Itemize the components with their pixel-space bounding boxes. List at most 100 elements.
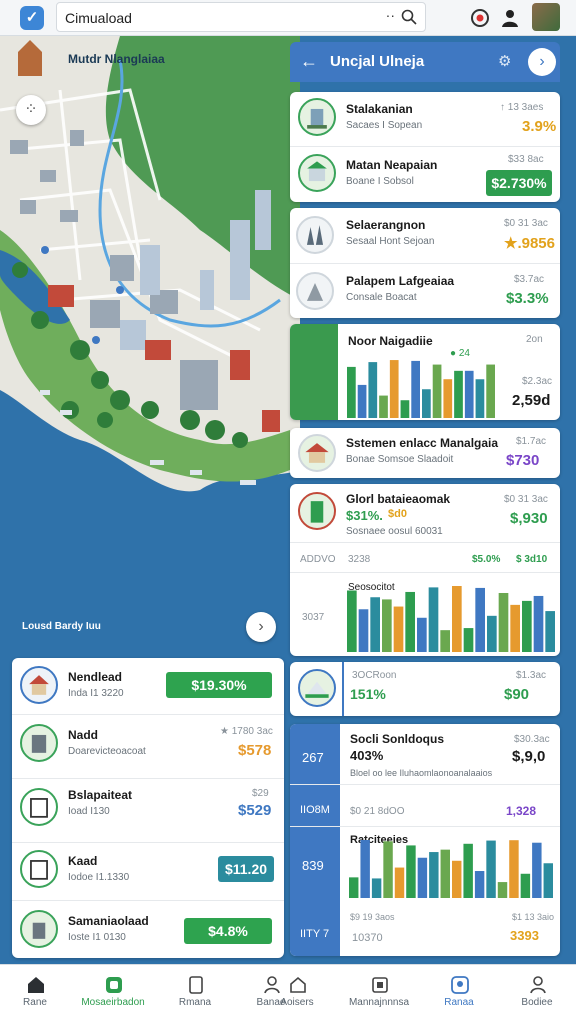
- bar: [389, 360, 399, 418]
- list-item[interactable]: Selaerangnon Sesaal Hont Sejoan $0 31 3a…: [290, 208, 560, 262]
- more-icon[interactable]: ··: [386, 7, 395, 23]
- landmark-thumb-icon: [20, 666, 58, 704]
- item-name: Bslapaiteat: [68, 788, 133, 802]
- list-item[interactable]: Nendlead Inda I1 3220 $19.30%: [12, 658, 284, 714]
- item-sub: Sesaal Hont Sejoan: [346, 236, 435, 247]
- item-small: $1.7ac: [516, 436, 547, 447]
- collapse-button[interactable]: ›: [528, 48, 556, 76]
- item-name: Selaerangnon: [346, 218, 426, 232]
- bar: [443, 379, 453, 418]
- list-item[interactable]: Nadd Doarevicteoacoat ★ 1780 3ac $578: [12, 716, 284, 776]
- bar: [422, 389, 431, 418]
- landmark-thumb-icon: [20, 788, 58, 826]
- nav-item-map[interactable]: Mosaeirbadon: [68, 965, 158, 1024]
- app-logo-icon[interactable]: ✓: [20, 6, 44, 30]
- list-item[interactable]: Samaniaolaad Ioste I1 0130 $4.8%: [12, 902, 284, 958]
- row-value: 1,328: [506, 804, 537, 818]
- pin-icon: [451, 976, 469, 994]
- bar-chart-1: [347, 360, 495, 418]
- bar: [382, 599, 392, 652]
- back-arrow-icon[interactable]: ←: [300, 51, 318, 72]
- item-name: Nadd: [68, 728, 98, 742]
- item-sub: Consale Boacat: [346, 292, 417, 303]
- top-bar: ✓ Cimuaload ··: [0, 0, 576, 36]
- home-outline-icon: [290, 976, 306, 993]
- avatar[interactable]: [532, 3, 560, 31]
- item-pct: 151%: [350, 686, 386, 702]
- bar: [532, 842, 542, 898]
- bar: [411, 360, 420, 418]
- bar-chart-2: [347, 586, 555, 652]
- bar: [371, 878, 382, 898]
- list-item[interactable]: Sstemen enlacc Manalgaia Bonae Somsoe Sl…: [290, 428, 560, 478]
- grid-icon: [372, 977, 388, 993]
- chart-right-mid: $2.3ac: [522, 376, 553, 387]
- row-mid: 3238: [348, 554, 371, 565]
- landmark-thumb-icon: [20, 850, 58, 888]
- item-small: $3.7ac: [514, 274, 545, 285]
- bar: [428, 587, 439, 652]
- search-icon[interactable]: [401, 9, 417, 25]
- item-value: $529: [238, 802, 272, 819]
- bar: [440, 849, 450, 898]
- bar: [463, 628, 474, 652]
- bar: [347, 590, 357, 652]
- bar: [475, 587, 485, 652]
- foot-value: 3393: [510, 928, 539, 943]
- list-item[interactable]: Matan Neapaian Boane I Sobsol $33 8ac $2…: [290, 148, 560, 200]
- landmark-thumb-icon: [296, 216, 334, 254]
- item-sub: Sosnaee oosul 60031: [346, 526, 443, 537]
- bar: [474, 871, 485, 898]
- foot-small: $1 13 3aio: [512, 912, 555, 922]
- chart-right-top: 2on: [526, 334, 543, 345]
- nav-item-profile[interactable]: Bodiee: [492, 965, 576, 1024]
- bar: [486, 840, 496, 898]
- bar: [509, 840, 519, 898]
- user-icon[interactable]: [498, 6, 522, 30]
- map-next-button[interactable]: ›: [246, 612, 276, 642]
- list-item[interactable]: Palapem Lafgeaiaa Consale Boacat $3.7ac …: [290, 264, 560, 318]
- result-card-group-2: Selaerangnon Sesaal Hont Sejoan $0 31 3a…: [290, 208, 560, 318]
- item-small: ↑ 13 3aes: [500, 102, 544, 113]
- row-pct: $5.0%: [472, 554, 501, 565]
- bar: [379, 395, 388, 418]
- nav-item-grid[interactable]: Mannajnnnsa: [334, 965, 424, 1024]
- item-value: $3.3%: [506, 290, 549, 307]
- item-sub: Iodoe I1.1330: [68, 872, 130, 883]
- item-sub: Bloel oo lee Iluhaomlaonoanalaaios: [350, 768, 493, 778]
- bar: [522, 600, 532, 652]
- value-badge: $2.730%: [486, 170, 552, 196]
- bar: [349, 877, 359, 898]
- bar: [417, 617, 427, 652]
- landmark-thumb-icon: [298, 492, 336, 530]
- profile-icon: [530, 976, 546, 994]
- list-item[interactable]: Stalakanian Sacaes I Sopean ↑ 13 3aes 3.…: [290, 92, 560, 144]
- side-label-last: IITY 7: [300, 928, 330, 940]
- settings-icon[interactable]: ⚙: [498, 52, 511, 70]
- item-sub: Doarevicteoacoat: [68, 746, 146, 757]
- list-item[interactable]: Bslapaiteat Ioad I130 $29 $529: [12, 780, 284, 840]
- value-badge: $4.8%: [184, 918, 272, 944]
- foot-left: $9 19 3aos: [350, 912, 395, 922]
- chart-side-label: 3037: [302, 612, 325, 623]
- bar: [417, 857, 428, 898]
- nav-item-home-alt[interactable]: Aoisers: [252, 965, 342, 1024]
- locate-button[interactable]: ⁘: [16, 95, 46, 125]
- search-input[interactable]: Cimuaload ··: [56, 2, 426, 32]
- bar: [368, 362, 378, 418]
- item-name: Stalakanian: [346, 102, 413, 116]
- map-icon: [106, 977, 122, 993]
- bar: [400, 400, 410, 418]
- item-small: $0 31 3ac: [504, 494, 548, 505]
- bar: [370, 597, 380, 652]
- side-label-bot: 839: [302, 858, 324, 873]
- bottom-nav: Rane Mosaeirbadon Rmana Banae Aoisers Ma…: [0, 964, 576, 1024]
- list-item[interactable]: 3OCRoon 151% $1.3ac $90: [290, 662, 560, 716]
- item-sub: Bonae Somsoe Slaadoit: [346, 454, 454, 465]
- item-name: Palapem Lafgeaiaa: [346, 274, 455, 288]
- bar: [406, 845, 416, 898]
- landmark-thumb-icon: [298, 434, 336, 472]
- list-item[interactable]: Kaad Iodoe I1.1330 $11.20: [12, 844, 284, 898]
- record-icon[interactable]: [468, 6, 492, 30]
- nav-item-pin[interactable]: Ranaa: [414, 965, 504, 1024]
